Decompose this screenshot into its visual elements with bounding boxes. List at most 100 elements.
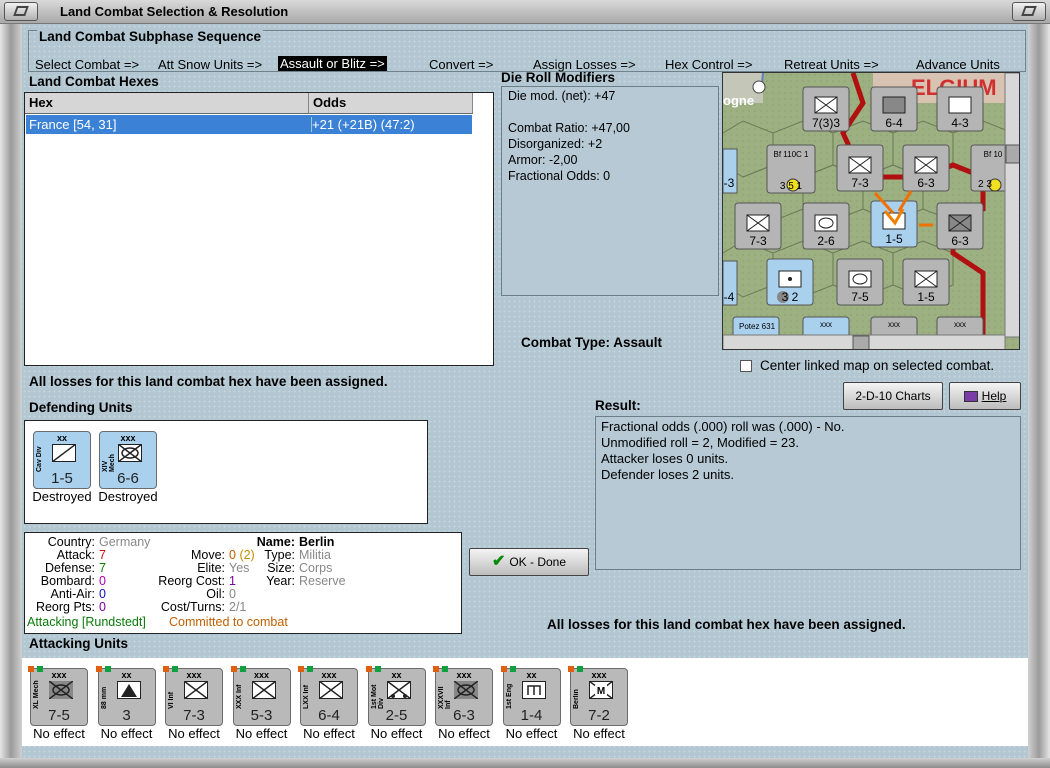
unit-name: XXX Inf bbox=[235, 684, 243, 709]
title-bar: Land Combat Selection & Resolution bbox=[0, 0, 1050, 24]
defense-value: 7 bbox=[99, 561, 106, 575]
ok-done-button[interactable]: ✔ OK - Done bbox=[469, 548, 589, 576]
help-label: Help bbox=[981, 389, 1007, 403]
window-icon bbox=[1021, 6, 1037, 16]
odds-cell: +21 (+21B) (47:2) bbox=[311, 117, 415, 132]
attacking-unit-counter[interactable]: xx 1st Mot Div 2-5 bbox=[365, 666, 426, 726]
map-counter[interactable]: 1-5 bbox=[902, 258, 950, 306]
attacking-unit-counter[interactable]: xx 88 mm 3 bbox=[95, 666, 156, 726]
infantry-icon bbox=[319, 681, 343, 699]
attacking-unit-counter[interactable]: xxx XXX Inf 5-3 bbox=[230, 666, 291, 726]
elite-label: Elite: bbox=[197, 561, 225, 575]
die-mod-line: Fractional Odds: 0 bbox=[508, 169, 611, 183]
map-counter[interactable]: 1-5 bbox=[870, 200, 918, 248]
defending-units-box: xx Cav Div 1-5 Destroyed xxx XIV Mech 6-… bbox=[24, 420, 428, 524]
col-header-odds[interactable]: Odds bbox=[309, 93, 473, 114]
window-close-button[interactable] bbox=[1012, 2, 1046, 21]
name-value: Berlin bbox=[299, 535, 335, 549]
attacking-status: Attacking [Rundstedt] bbox=[27, 615, 146, 629]
step-advance-units[interactable]: Advance Units bbox=[916, 57, 1000, 72]
map-counter[interactable]: 7-3 bbox=[734, 202, 782, 250]
map-counter[interactable]: 6-3 bbox=[902, 144, 950, 192]
map-place-label: ogne bbox=[723, 93, 754, 108]
attacking-unit-counter[interactable]: xxx Berlin M 7-2 bbox=[568, 666, 628, 726]
frame-bottom bbox=[0, 758, 1050, 768]
map-counter[interactable]: -4 bbox=[723, 260, 738, 306]
map-counter[interactable]: -3 bbox=[723, 148, 738, 194]
map-counter[interactable]: 2-6 bbox=[802, 202, 850, 250]
unit-effect: No effect bbox=[168, 726, 220, 741]
unit-effect: No effect bbox=[235, 726, 288, 741]
map-counter[interactable]: 4-3 bbox=[936, 86, 984, 132]
unit-strength: 6-3 bbox=[453, 707, 475, 724]
step-select-combat[interactable]: Select Combat => bbox=[35, 57, 139, 72]
table-row[interactable]: France [54, 31] +21 (+21B) (47:2) bbox=[26, 115, 472, 134]
map-counter[interactable]: Bf 110C 1 3 5 1 bbox=[766, 144, 816, 194]
map-vscroll-thumb[interactable] bbox=[1005, 144, 1020, 164]
map-counter[interactable]: 6-3 bbox=[936, 202, 984, 250]
committed-status: Committed to combat bbox=[169, 615, 288, 629]
die-mods-title: Die Roll Modifiers bbox=[501, 70, 616, 85]
unit-effect: No effect bbox=[303, 726, 355, 741]
losses-assigned-msg-2: All losses for this land combat hex have… bbox=[547, 617, 906, 632]
defending-unit-counter[interactable]: xx Cav Div 1-5 bbox=[33, 431, 91, 489]
unit-name: XXXVII Inf bbox=[438, 686, 452, 709]
window-icon bbox=[13, 6, 29, 16]
window-menu-button[interactable] bbox=[4, 2, 38, 21]
svg-text:M: M bbox=[597, 686, 605, 697]
oil-label: Oil: bbox=[206, 587, 225, 601]
unit-strength: 7-3 bbox=[183, 707, 205, 724]
unit-name: VI Inf bbox=[168, 691, 175, 709]
country-value: Germany bbox=[99, 535, 151, 549]
unit-name: XL Mech bbox=[33, 680, 40, 709]
map-counter[interactable]: 6-4 bbox=[870, 86, 918, 132]
window-title: Land Combat Selection & Resolution bbox=[60, 4, 289, 19]
unit-strength: 6-6 bbox=[117, 470, 139, 487]
defense-label: Defense: bbox=[44, 561, 95, 575]
unit-strength: 5-3 bbox=[250, 707, 273, 724]
combat-type: Combat Type: Assault bbox=[521, 335, 662, 350]
map-counter[interactable]: 3 2 bbox=[766, 258, 814, 306]
map-hscroll-thumb[interactable] bbox=[852, 335, 870, 350]
center-map-checkbox[interactable] bbox=[740, 360, 752, 372]
linked-map[interactable]: ELGIUM ogne 7(3)3 bbox=[722, 72, 1020, 350]
help-button[interactable]: Help bbox=[949, 382, 1021, 410]
attacking-unit-counter[interactable]: xxx LXX Inf 6-4 bbox=[298, 666, 358, 726]
step-hex-control[interactable]: Hex Control => bbox=[665, 57, 752, 72]
attacking-units-box: xxx XL Mech 7-5 No effect xx 88 mm 3 No effect x… bbox=[22, 658, 1028, 746]
map-counter-str: 7(3)3 bbox=[812, 116, 840, 130]
move-label: Move: bbox=[190, 548, 225, 562]
result-title: Result: bbox=[595, 398, 641, 413]
step-convert[interactable]: Convert => bbox=[429, 57, 493, 72]
year-value: Reserve bbox=[299, 574, 346, 588]
map-counter[interactable]: 7-3 bbox=[836, 144, 884, 192]
map-counter[interactable]: 7-5 bbox=[836, 258, 884, 306]
unit-name: Berlin bbox=[573, 689, 580, 709]
reorg-cost-label: Reorg Cost: bbox=[158, 574, 225, 588]
step-att-snow-units[interactable]: Att Snow Units => bbox=[158, 57, 262, 72]
defending-unit-counter[interactable]: xxx XIV Mech 6-6 bbox=[99, 431, 157, 489]
size-value: Corps bbox=[299, 561, 333, 575]
attacking-unit-counter[interactable]: xxx XXXVII Inf 6-3 bbox=[433, 666, 493, 726]
charts-button[interactable]: 2-D-10 Charts bbox=[843, 382, 943, 410]
die-mods-panel: Die mod. (net): +47 Combat Ratio: +47,00… bbox=[501, 86, 719, 296]
map-counter-size: xxx bbox=[820, 320, 832, 329]
step-assault-or-blitz[interactable]: Assault or Blitz => bbox=[278, 56, 387, 71]
map-counter-size: xxx bbox=[954, 320, 966, 329]
col-header-hex[interactable]: Hex bbox=[25, 93, 309, 114]
motorized-icon bbox=[386, 681, 411, 699]
unit-effect: Destroyed bbox=[98, 489, 158, 504]
step-retreat-units[interactable]: Retreat Units => bbox=[784, 57, 879, 72]
subphase-sequence: Land Combat Subphase Sequence Select Com… bbox=[28, 29, 1026, 72]
attack-label: Attack: bbox=[56, 548, 95, 562]
attacking-unit-counter[interactable]: xxx VI Inf 7-3 bbox=[163, 666, 223, 726]
cost-turns-label: Cost/Turns: bbox=[160, 600, 225, 614]
attacking-unit-counter[interactable]: xx 1st Eng 1-4 bbox=[500, 666, 561, 726]
unit-effect: No effect bbox=[33, 726, 85, 741]
infantry-icon bbox=[251, 681, 276, 699]
map-counter[interactable]: 7(3)3 bbox=[802, 86, 850, 132]
map-vscrollbar[interactable] bbox=[1004, 73, 1020, 338]
die-mod-line: Combat Ratio: +47,00 bbox=[508, 121, 630, 135]
attacking-unit-counter[interactable]: xxx XL Mech 7-5 bbox=[28, 666, 88, 726]
subphase-title: Land Combat Subphase Sequence bbox=[37, 29, 264, 44]
